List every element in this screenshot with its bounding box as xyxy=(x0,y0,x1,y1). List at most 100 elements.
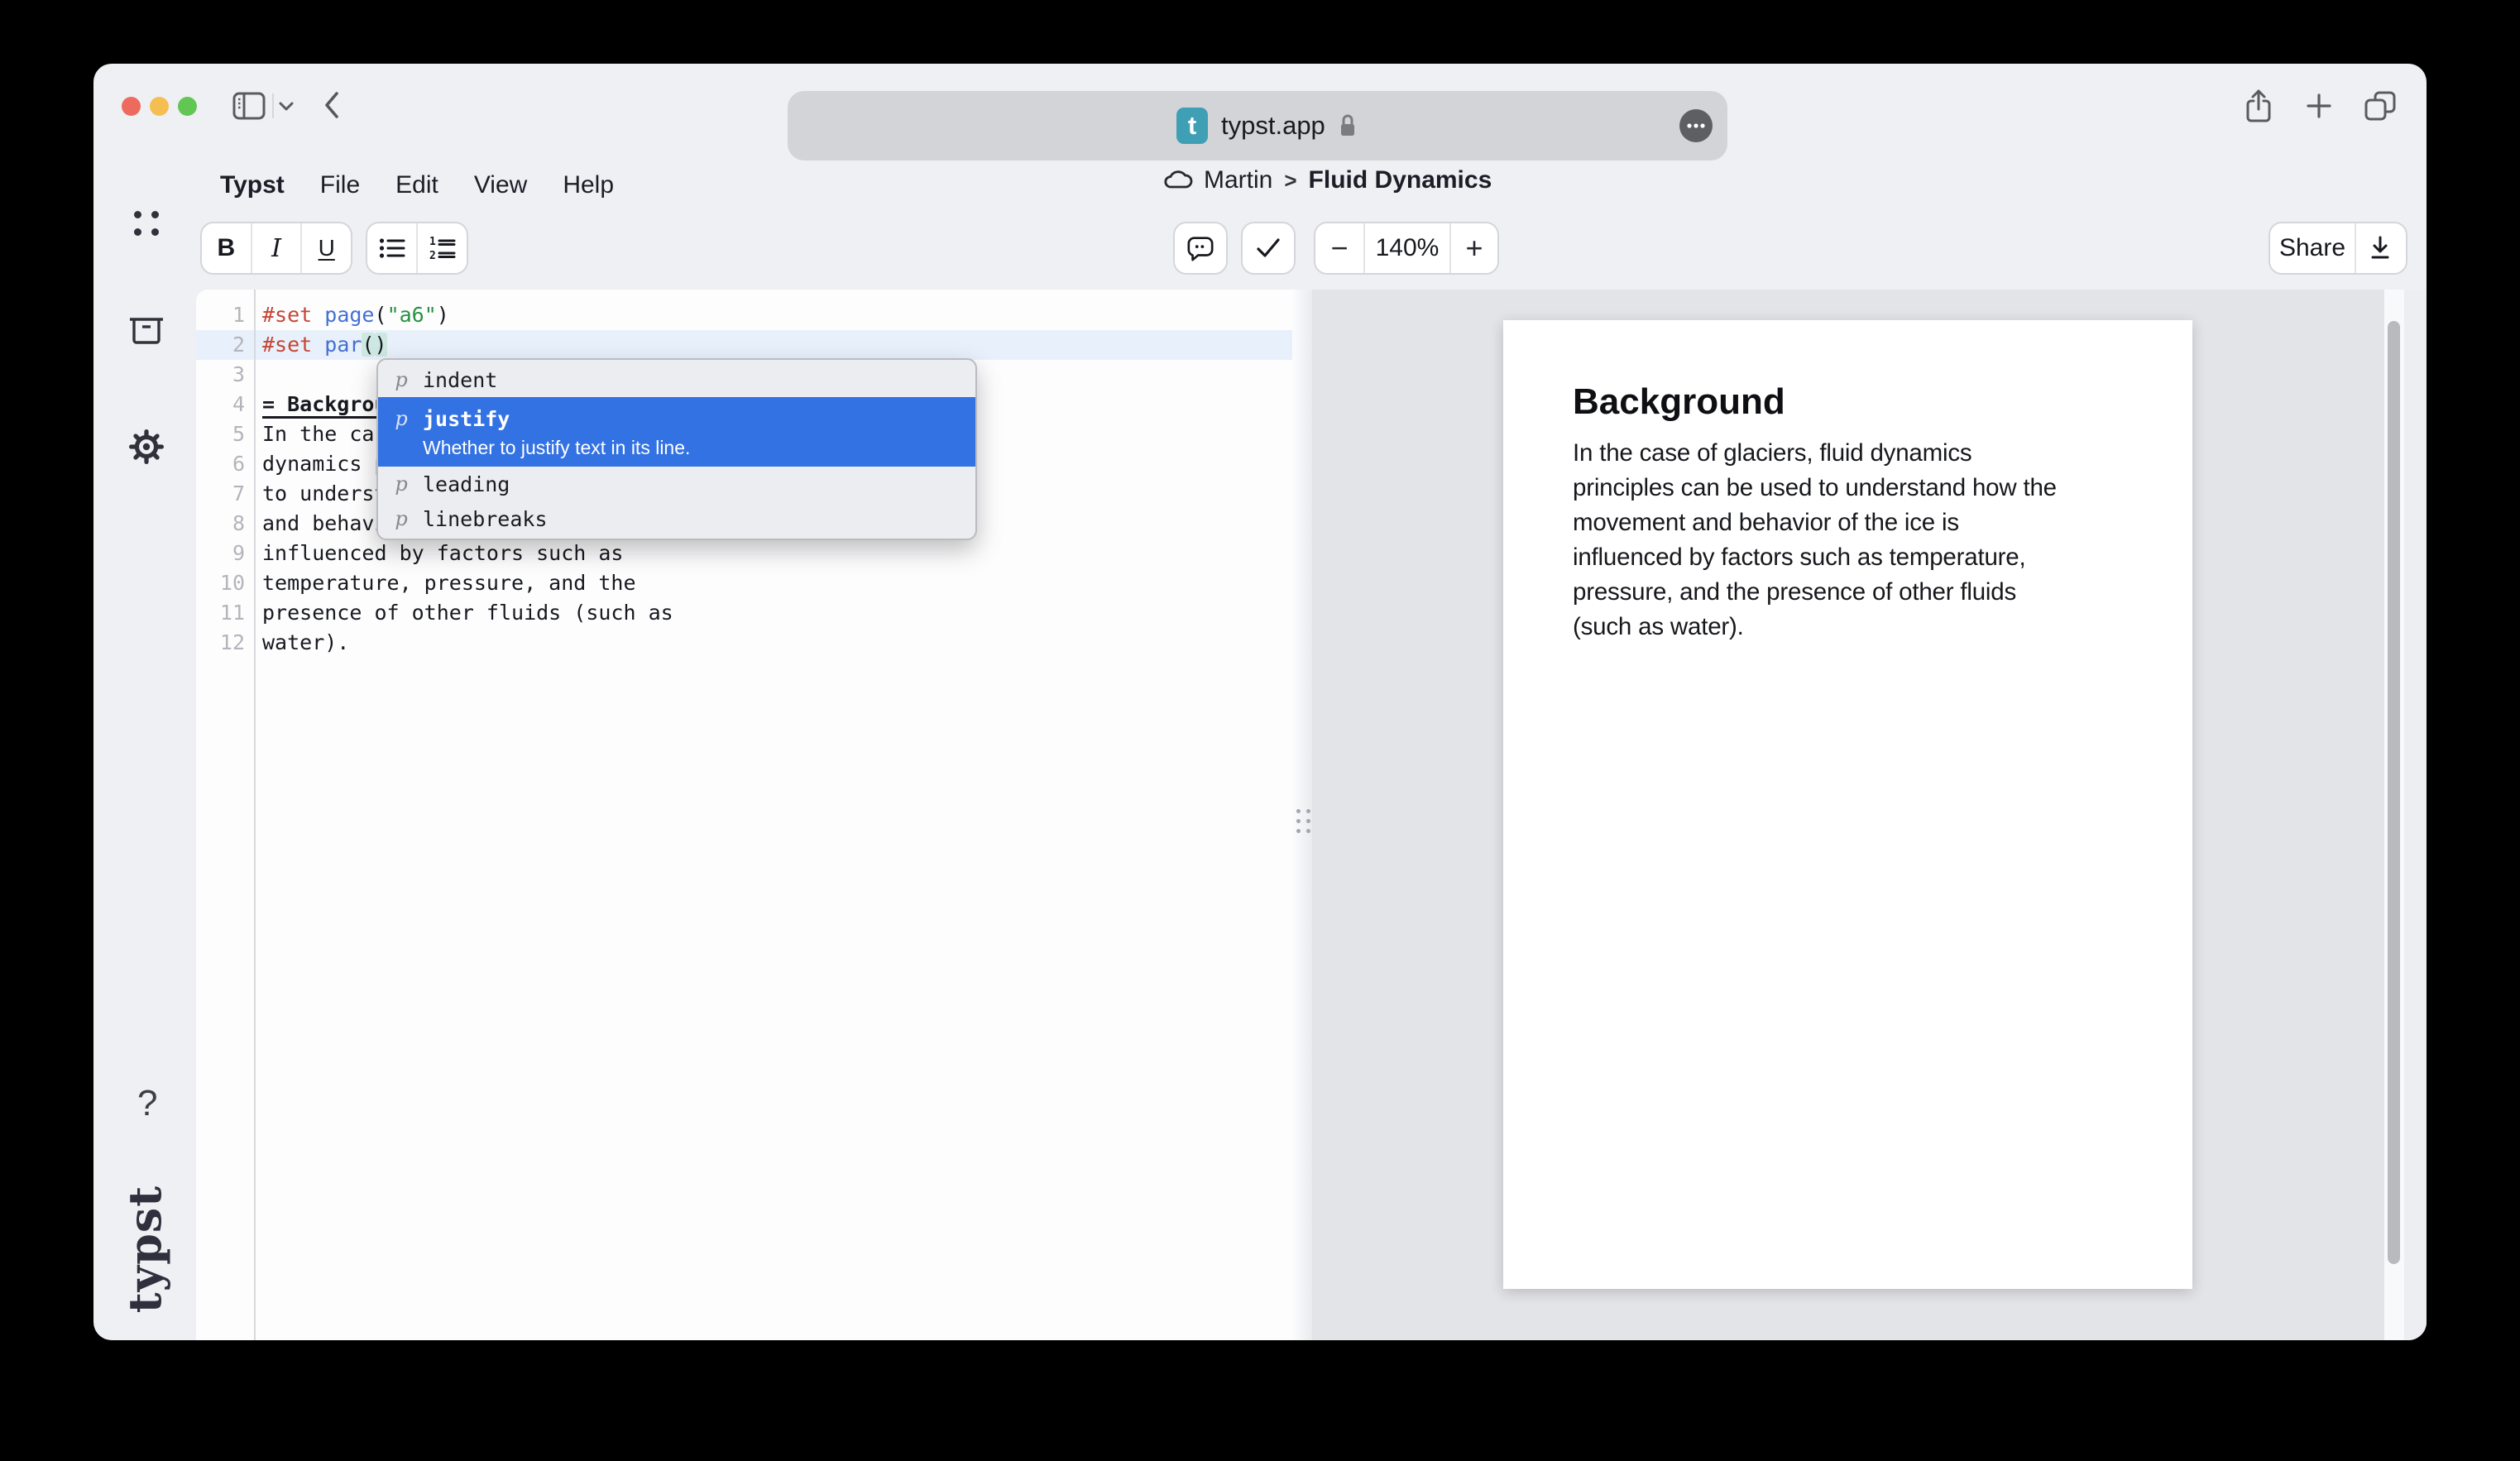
editor-line-10[interactable]: 10temperature, pressure, and the xyxy=(196,568,1292,598)
editor-line-11[interactable]: 11presence of other fluids (such as xyxy=(196,598,1292,628)
help-icon[interactable]: ? xyxy=(137,1083,157,1124)
editor-line-12[interactable]: 12water). xyxy=(196,628,1292,658)
autocomplete-item-row: p leading xyxy=(391,467,962,501)
bullet-list-button[interactable] xyxy=(367,223,418,273)
svg-text:2: 2 xyxy=(429,250,436,260)
zoom-level[interactable]: 140% xyxy=(1365,223,1451,273)
close-window-button[interactable] xyxy=(122,97,141,116)
line-number: 10 xyxy=(196,568,245,598)
param-label: justify xyxy=(423,407,510,431)
page-text-line: (such as water). xyxy=(1573,610,2057,644)
param-prefix: p xyxy=(391,507,411,530)
param-prefix: p xyxy=(391,368,411,391)
document-page: Background In the case of glaciers, flui… xyxy=(1503,320,2192,1289)
cloud-icon xyxy=(1163,170,1193,191)
new-tab-icon[interactable] xyxy=(2306,93,2332,119)
zoom-in-button[interactable]: + xyxy=(1451,223,1497,273)
menu-item-edit[interactable]: Edit xyxy=(395,171,438,199)
page-text-line: In the case of glaciers, fluid dynamics xyxy=(1573,436,2057,471)
code-token: ) xyxy=(375,333,387,357)
chevron-down-icon[interactable] xyxy=(279,101,294,111)
screenshot-stage: t typst.app xyxy=(0,0,2520,1461)
code-token xyxy=(312,333,324,357)
editor-line-2[interactable]: 2#set par() xyxy=(196,330,1292,360)
list-button-group: 1 2 xyxy=(366,222,468,275)
address-bar[interactable]: t typst.app xyxy=(788,91,1727,160)
minimize-window-button[interactable] xyxy=(150,97,169,116)
menu-item-help[interactable]: Help xyxy=(563,171,614,199)
zoom-control-group: − 140% + xyxy=(1314,222,1499,275)
preview-scrollbar-thumb[interactable] xyxy=(2388,321,2400,1264)
line-number: 11 xyxy=(196,598,245,628)
zoom-out-button[interactable]: − xyxy=(1315,223,1365,273)
typst-logo: typst xyxy=(122,1166,168,1332)
pane-divider[interactable] xyxy=(1292,290,1312,1340)
param-label: leading xyxy=(423,472,510,496)
breadcrumb-separator: > xyxy=(1283,168,1297,194)
page-text-line: principles can be used to understand how… xyxy=(1573,471,2057,505)
code-token: par xyxy=(324,333,362,357)
grid-dots-icon[interactable] xyxy=(134,211,159,236)
comment-button-group xyxy=(1173,222,1228,275)
line-number: 1 xyxy=(196,300,245,330)
autocomplete-item-linebreaks[interactable]: p linebreaks xyxy=(378,501,975,536)
autocomplete-list: pindentpjustifyWhether to justify text i… xyxy=(378,362,975,536)
autocomplete-item-leading[interactable]: p leading xyxy=(378,467,975,501)
check-icon xyxy=(1256,237,1281,259)
numbered-list-button[interactable]: 1 2 xyxy=(418,223,467,273)
zoom-window-button[interactable] xyxy=(178,97,197,116)
svg-text:1: 1 xyxy=(429,237,436,248)
code-token xyxy=(312,303,324,327)
check-button[interactable] xyxy=(1243,223,1294,273)
preview-edge-strip xyxy=(2404,290,2427,1340)
page-text-line: influenced by factors such as temperatur… xyxy=(1573,540,2057,575)
autocomplete-item-justify[interactable]: pjustifyWhether to justify text in its l… xyxy=(378,397,975,467)
autocomplete-item-row: pjustify xyxy=(391,401,962,436)
line-number: 3 xyxy=(196,360,245,390)
gear-icon[interactable] xyxy=(129,429,164,464)
storage-box-icon[interactable] xyxy=(128,314,165,346)
ellipsis-icon[interactable] xyxy=(1679,109,1713,142)
autocomplete-item-row: pindent xyxy=(391,362,962,397)
code-token: page xyxy=(324,303,374,327)
param-label: linebreaks xyxy=(423,507,548,531)
menu-item-view[interactable]: View xyxy=(474,171,527,199)
drag-handle-icon[interactable] xyxy=(1296,809,1310,833)
code-token: influenced by factors such as xyxy=(262,541,624,565)
traffic-lights xyxy=(122,97,197,116)
download-button[interactable] xyxy=(2356,223,2404,273)
breadcrumb[interactable]: Martin > Fluid Dynamics xyxy=(1163,166,1492,194)
code-token: #set xyxy=(262,333,312,357)
line-code: #set page("a6") xyxy=(245,300,449,330)
comment-button[interactable] xyxy=(1175,223,1226,273)
menu-item-typst[interactable]: Typst xyxy=(220,171,285,199)
line-number: 5 xyxy=(196,419,245,449)
line-number: 12 xyxy=(196,628,245,658)
comment-icon xyxy=(1186,234,1214,262)
share-button[interactable]: Share xyxy=(2270,223,2356,273)
line-number: 4 xyxy=(196,390,245,419)
back-arrow-icon[interactable] xyxy=(323,92,340,118)
page-heading: Background xyxy=(1573,381,1785,423)
page-text-line: pressure, and the presence of other flui… xyxy=(1573,575,2057,610)
code-token: ( xyxy=(375,303,387,327)
bullet-list-icon xyxy=(379,237,405,260)
share-upload-icon[interactable] xyxy=(2243,89,2274,123)
tab-overview-icon[interactable] xyxy=(2364,90,2397,122)
menu-item-file[interactable]: File xyxy=(320,171,360,199)
param-description: Whether to justify text in its line. xyxy=(423,436,962,459)
autocomplete-item-indent[interactable]: pindent xyxy=(378,362,975,397)
underline-button[interactable]: U xyxy=(302,223,351,273)
param-prefix: p xyxy=(391,472,411,496)
line-number: 7 xyxy=(196,479,245,509)
share-button-group: Share xyxy=(2268,222,2407,275)
browser-window: t typst.app xyxy=(93,64,2427,1340)
code-token: #set xyxy=(262,303,312,327)
sidebar-toggle-icon[interactable] xyxy=(232,92,266,120)
bold-button[interactable]: B xyxy=(202,223,252,273)
italic-button[interactable]: I xyxy=(252,223,303,273)
editor-line-9[interactable]: 9influenced by factors such as xyxy=(196,539,1292,568)
editor-line-1[interactable]: 1#set page("a6") xyxy=(196,300,1292,330)
format-button-group: B I U xyxy=(200,222,352,275)
breadcrumb-workspace[interactable]: Martin xyxy=(1204,166,1272,194)
